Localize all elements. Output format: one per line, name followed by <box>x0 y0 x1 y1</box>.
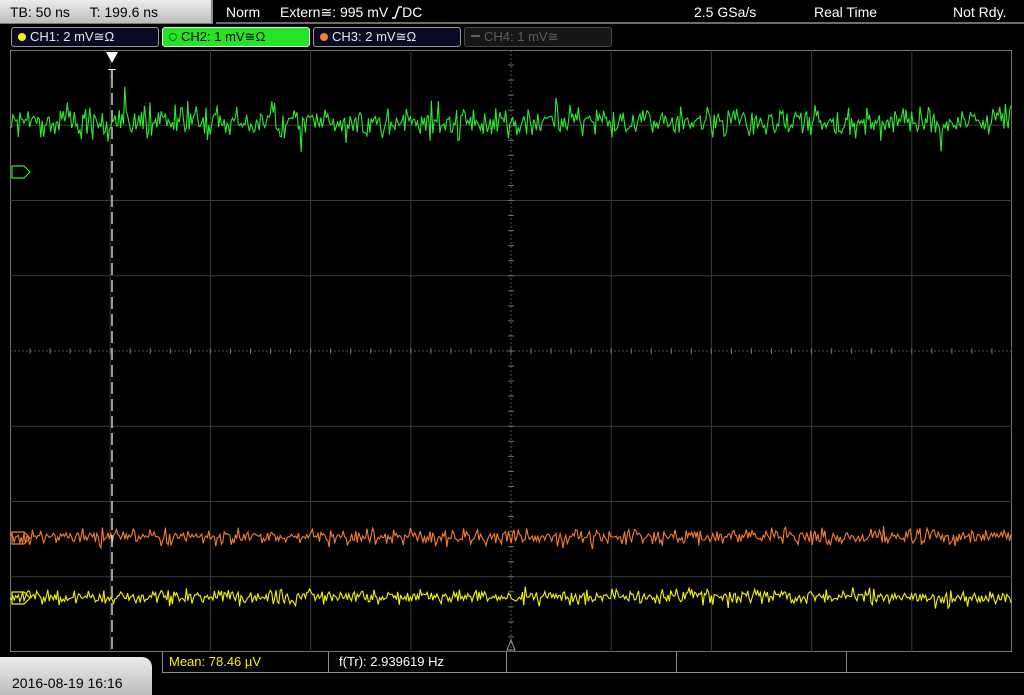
tab-ch4[interactable]: CH4: 1 mV≅ <box>464 27 612 47</box>
rising-edge-icon <box>392 6 403 19</box>
acquisition-mode[interactable]: Real Time <box>814 0 877 24</box>
ch1-color-dot <box>18 33 26 41</box>
trigger-source-label: Extern≅: 995 mV <box>280 4 389 20</box>
status-divider <box>216 22 1024 24</box>
trigger-source[interactable]: Extern≅: 995 mV DC <box>280 0 422 24</box>
trigger-mode[interactable]: Norm <box>226 0 260 24</box>
ch1-label: CH1: 2 mV≅Ω <box>30 29 115 44</box>
ch4-disabled-dash <box>471 35 480 37</box>
measurement-mean-value: Mean: 78.46 µV <box>169 654 262 669</box>
ch4-label: CH4: 1 mV≅ <box>484 29 559 44</box>
trigger-marker-label: T <box>108 66 116 81</box>
measurement-slot-3[interactable] <box>506 652 676 672</box>
datetime-box: 2016-08-19 16:16 <box>0 657 152 695</box>
tab-ch3[interactable]: CH3: 2 mV≅Ω <box>313 27 461 47</box>
datetime-value: 2016-08-19 16:16 <box>12 675 123 691</box>
trigger-time-value: T: 199.6 ns <box>89 4 159 20</box>
measurement-trigger-frequency-value: f(Tr): 2.939619 Hz <box>339 654 445 669</box>
tab-ch1[interactable]: CH1: 2 mV≅Ω <box>11 27 159 47</box>
ch2-label: CH2: 1 mV≅Ω <box>181 29 266 44</box>
sample-rate: 2.5 GSa/s <box>694 4 757 20</box>
measurement-slot-5[interactable] <box>846 652 1024 672</box>
ch3-color-dot <box>320 33 328 41</box>
measurement-trigger-frequency[interactable]: f(Tr): 2.939619 Hz <box>328 652 506 672</box>
waveform-display[interactable]: T <box>10 50 1012 652</box>
acquisition-state: Not Rdy. <box>953 4 1007 20</box>
measurement-mean[interactable]: Mean: 78.46 µV <box>162 652 328 672</box>
timebase-box[interactable]: TB: 50 ns T: 199.6 ns <box>0 0 213 24</box>
ch3-label: CH3: 2 mV≅Ω <box>332 29 417 44</box>
status-bar: TB: 50 ns T: 199.6 ns Norm Extern≅: 995 … <box>0 0 1024 25</box>
tab-ch2[interactable]: CH2: 1 mV≅Ω <box>162 27 310 47</box>
trigger-coupling: DC <box>402 4 423 20</box>
ch2-color-dot <box>169 33 177 41</box>
measurement-bar: Mean: 78.46 µV f(Tr): 2.939619 Hz <box>162 652 1024 695</box>
measurement-divider <box>162 672 1024 673</box>
measurement-slot-4[interactable] <box>676 652 846 672</box>
timebase-value: TB: 50 ns <box>10 4 70 20</box>
